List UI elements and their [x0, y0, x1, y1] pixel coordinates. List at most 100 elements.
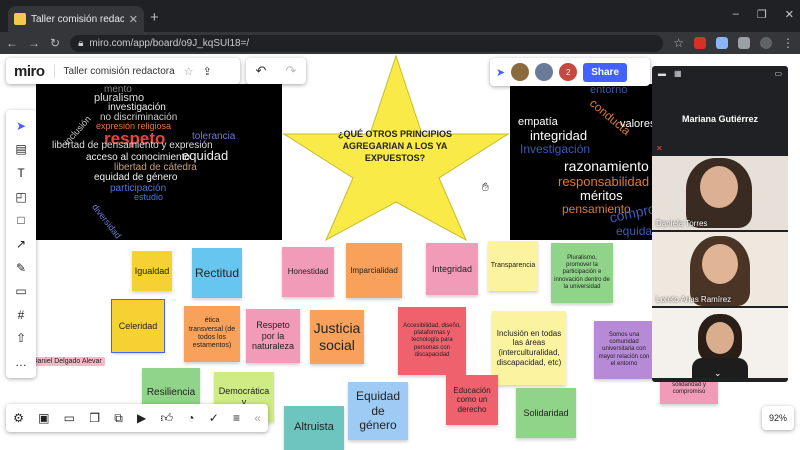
- lock-icon: 🔒︎: [78, 37, 84, 49]
- sticky-note-tool-icon[interactable]: ◰: [12, 188, 30, 206]
- maximize-icon[interactable]: ❐: [757, 8, 767, 21]
- hand-cursor-icon: ✋︎: [482, 180, 489, 194]
- more-tools-icon[interactable]: …: [12, 353, 30, 371]
- url-input[interactable]: 🔒︎ miro.com/app/board/o9J_kqSUl18=/: [70, 34, 664, 52]
- menu-dots-icon[interactable]: ⋮: [782, 36, 794, 50]
- grid-view-icon[interactable]: ▦: [674, 69, 682, 78]
- sticky-note[interactable]: Equidad de género: [348, 382, 408, 440]
- sticky-note[interactable]: Accesibilidad, diseño, plataformas y tec…: [398, 307, 466, 375]
- video-tile[interactable]: Loreto Arias Ramírez: [652, 232, 788, 306]
- back-icon[interactable]: ←: [6, 36, 18, 50]
- shape-tool-icon[interactable]: □: [12, 211, 30, 229]
- sticky-note[interactable]: Transparencia: [488, 241, 538, 291]
- extension-icon[interactable]: [694, 37, 706, 49]
- avatar[interactable]: [511, 63, 530, 81]
- screen-share-icon[interactable]: ⧉: [114, 411, 123, 426]
- extension-icon[interactable]: [738, 37, 750, 49]
- sticky-note[interactable]: Solidaridad: [516, 388, 576, 438]
- window-controls: – ❐ ✕: [733, 8, 794, 21]
- tab-title: Taller comisión redactora: Online: [31, 13, 124, 25]
- text-tool-icon[interactable]: T: [12, 164, 30, 182]
- participant-face: [706, 322, 734, 354]
- miro-favicon-icon: [14, 13, 26, 25]
- collaboration-bar: ➤ 2 Share: [490, 58, 650, 86]
- like-icon[interactable]: 👍︎: [160, 411, 173, 426]
- sticky-note[interactable]: Educación como un derecho: [446, 375, 498, 425]
- minimize-panel-icon[interactable]: ▬: [658, 69, 666, 78]
- cloud-word: méritos: [580, 188, 623, 203]
- video-tile[interactable]: Daniela Torres: [652, 156, 788, 230]
- zoom-level[interactable]: 92%: [762, 406, 794, 430]
- share-button[interactable]: Share: [583, 62, 628, 82]
- cloud-word: estudio: [134, 192, 164, 202]
- cloud-word: equidad: [616, 224, 654, 238]
- cursor-select-icon[interactable]: ➤: [496, 66, 505, 79]
- participant-name: Mariana Gutiérrez: [681, 114, 759, 124]
- video-tile[interactable]: Mariana Gutiérrez ✕: [652, 82, 788, 154]
- select-tool-icon[interactable]: ➤: [12, 117, 30, 135]
- collapse-icon[interactable]: «: [254, 411, 261, 425]
- video-icon[interactable]: ▶: [137, 411, 146, 425]
- profile-avatar[interactable]: [760, 37, 772, 49]
- video-call-panel: ▬ ▦ ▭ Mariana Gutiérrez ✕ Daniela Torres…: [652, 66, 788, 382]
- pen-tool-icon[interactable]: ✎: [12, 259, 30, 277]
- upload-icon[interactable]: ⇧: [12, 329, 30, 347]
- collaborator-count[interactable]: 2: [559, 63, 578, 81]
- collaborator-cursor-label: s Daniel Delgado Alevar: [24, 357, 105, 366]
- cloud-word: conducta: [587, 96, 634, 139]
- sticky-note[interactable]: Integridad: [426, 243, 478, 295]
- close-tab-icon[interactable]: ✕: [129, 13, 138, 26]
- avatar[interactable]: [535, 63, 554, 81]
- export-icon[interactable]: ⇪: [203, 65, 212, 78]
- close-window-icon[interactable]: ✕: [785, 8, 794, 21]
- participant-name: Loreto Arias Ramírez: [656, 295, 732, 304]
- star-favorite-icon[interactable]: ☆: [184, 65, 194, 78]
- sticky-note[interactable]: Inclusión en todas las áreas (intercultu…: [492, 311, 566, 385]
- sticky-note[interactable]: ética transversal (de todos los estament…: [184, 306, 240, 362]
- sticky-note[interactable]: Somos una comunidad universitaria con ma…: [594, 321, 654, 379]
- cloud-word: libertad de pensamiento y expresión: [52, 140, 213, 151]
- voting-icon[interactable]: ✓: [209, 411, 219, 425]
- extension-icon[interactable]: [716, 37, 728, 49]
- cards-icon[interactable]: ❐: [89, 411, 100, 425]
- miro-logo[interactable]: miro: [14, 63, 45, 80]
- participant-face: [702, 244, 738, 284]
- url-text: miro.com/app/board/o9J_kqSUl18=/: [89, 37, 250, 49]
- undo-redo-bar: ↶ ↷: [246, 58, 306, 84]
- sticky-note[interactable]: Rectitud: [192, 248, 242, 298]
- new-tab-icon[interactable]: +: [150, 9, 159, 26]
- sticky-note[interactable]: Justicia social: [310, 310, 364, 364]
- present-icon[interactable]: ▣: [38, 411, 49, 425]
- timer-icon[interactable]: ◔: [187, 411, 194, 425]
- cloud-word: razonamiento: [564, 158, 649, 174]
- connection-line-icon[interactable]: ↗: [12, 235, 30, 253]
- redo-icon[interactable]: ↷: [286, 63, 297, 79]
- minimize-icon[interactable]: –: [733, 8, 739, 21]
- reload-icon[interactable]: ↻: [50, 36, 60, 50]
- sticky-note[interactable]: Respeto por la naturaleza: [246, 309, 300, 363]
- frame-template-icon[interactable]: ▤: [12, 140, 30, 158]
- settings-icon[interactable]: ⚙︎: [13, 411, 24, 425]
- bookmark-star-icon[interactable]: ☆: [673, 36, 684, 50]
- list-icon[interactable]: ≡: [233, 411, 240, 425]
- expand-panel-icon[interactable]: ▭: [774, 69, 782, 78]
- cloud-word: empatía: [518, 116, 558, 128]
- word-cloud-left[interactable]: mento pluralismo investigación no discri…: [36, 84, 282, 240]
- chat-icon[interactable]: ▭: [64, 411, 75, 425]
- sticky-note[interactable]: Pluralismo, promover la participación e …: [551, 243, 613, 303]
- chevron-down-icon[interactable]: ⌄: [714, 368, 722, 379]
- sticky-note[interactable]: Imparcialidad: [346, 243, 402, 298]
- sticky-note[interactable]: Altruista: [284, 406, 344, 450]
- sticky-note[interactable]: Igualdad: [132, 251, 172, 291]
- sticky-note[interactable]: Honestidad: [282, 247, 334, 297]
- board-title[interactable]: Taller comisión redactora: [64, 66, 175, 77]
- word-cloud-right[interactable]: entorno conducta empatía valores integri…: [510, 84, 654, 240]
- comment-tool-icon[interactable]: ▭: [12, 282, 30, 300]
- star-question-text: ¿QUÉ OTROS PRINCIPIOS AGREGARIAN A LOS Y…: [337, 129, 452, 164]
- sticky-note-selected[interactable]: Celeridad: [111, 299, 165, 353]
- forward-icon[interactable]: →: [28, 36, 40, 50]
- frame-tool-icon[interactable]: #: [12, 306, 30, 324]
- browser-tab[interactable]: Taller comisión redactora: Online ✕: [8, 6, 144, 32]
- undo-icon[interactable]: ↶: [256, 63, 267, 79]
- mic-muted-icon: ✕: [656, 144, 663, 153]
